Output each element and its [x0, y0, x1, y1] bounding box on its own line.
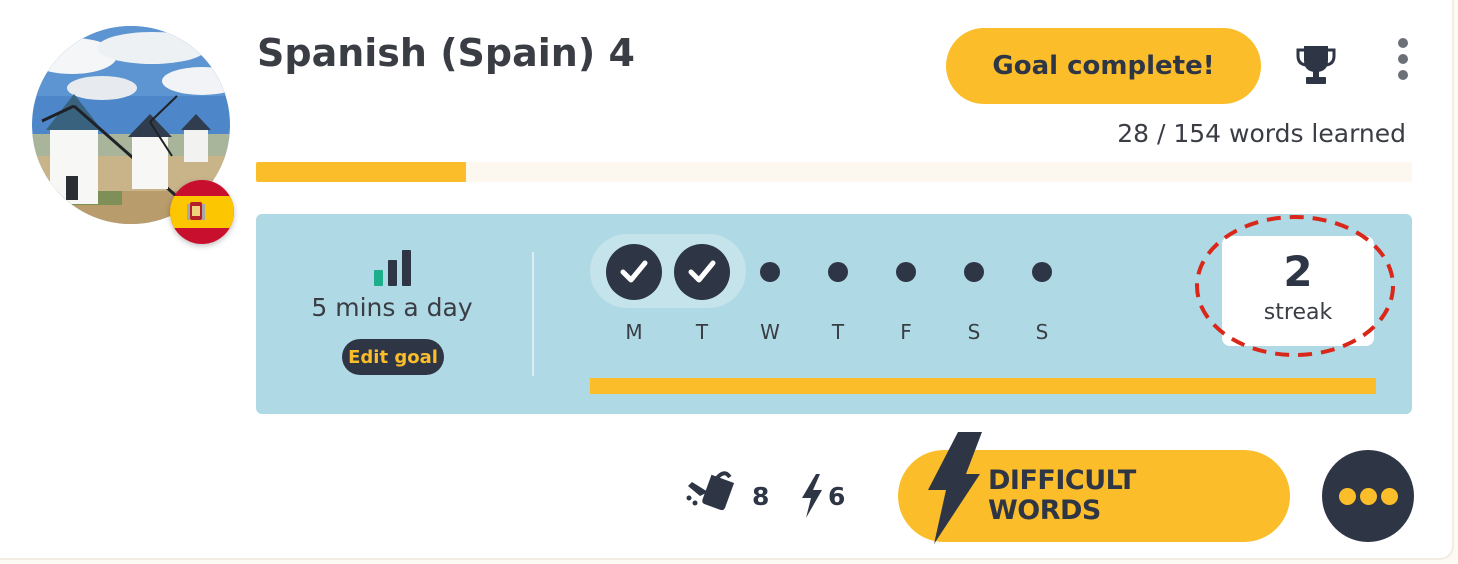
kebab-menu-icon[interactable] — [1390, 36, 1416, 82]
course-card: Spanish (Spain) 4 Goal complete! 28 / 15… — [0, 0, 1454, 560]
goal-text: 5 mins a day — [311, 293, 473, 322]
trophy-icon[interactable] — [1296, 44, 1336, 86]
difficult-words-line2: WORDS — [988, 495, 1101, 526]
progress-bar-fill — [256, 162, 467, 182]
dot — [1381, 488, 1398, 505]
edit-goal-button[interactable]: Edit goal — [342, 339, 444, 375]
weekday-0: M — [604, 242, 664, 344]
day-label: F — [900, 320, 912, 344]
dot — [1339, 488, 1356, 505]
day-label: T — [831, 320, 845, 344]
progress-bar — [256, 162, 1412, 182]
difficult-words-line1: DIFFICULT — [988, 465, 1136, 496]
speed-count: 6 — [828, 482, 846, 511]
weekday-3: T — [808, 242, 868, 344]
weekday-1: T — [672, 242, 732, 344]
words-learned-text: 28 / 154 words learned — [1117, 119, 1406, 148]
check-icon — [606, 244, 662, 300]
day-dot — [760, 262, 780, 282]
day-label: T — [695, 320, 709, 344]
goal-complete-button[interactable]: Goal complete! — [946, 28, 1261, 104]
weekday-2: W — [740, 242, 800, 344]
dot — [1360, 488, 1377, 505]
signal-bars-icon — [374, 250, 414, 286]
divider — [532, 252, 534, 376]
difficult-words-label: DIFFICULT WORDS — [988, 466, 1268, 526]
weekday-6: S — [1012, 242, 1072, 344]
day-label: M — [625, 320, 643, 344]
lightning-icon — [800, 474, 824, 522]
week-progress-bar — [590, 378, 1376, 394]
streak-label: streak — [1263, 300, 1333, 325]
day-label: S — [1035, 320, 1049, 344]
day-dot — [828, 262, 848, 282]
day-dot — [896, 262, 916, 282]
streak-box: 2 streak — [1222, 236, 1374, 346]
more-dots-icon[interactable] — [1322, 450, 1414, 542]
lightning-icon — [928, 432, 982, 544]
day-dot — [964, 262, 984, 282]
day-dot — [1032, 262, 1052, 282]
check-icon — [674, 244, 730, 300]
difficult-words-button[interactable]: DIFFICULT WORDS — [898, 432, 1290, 544]
day-label: W — [760, 320, 780, 344]
spain-flag-icon — [170, 180, 234, 244]
daily-goal-panel: 5 mins a day Edit goal M T W T F S S 2 streak — [256, 214, 1412, 414]
course-title: Spanish (Spain) 4 — [257, 31, 635, 75]
streak-count: 2 — [1283, 247, 1313, 296]
weekday-5: S — [944, 242, 1004, 344]
weekday-4: F — [876, 242, 936, 344]
day-label: S — [967, 320, 981, 344]
review-count: 8 — [752, 482, 770, 511]
watering-can-icon — [686, 468, 738, 516]
